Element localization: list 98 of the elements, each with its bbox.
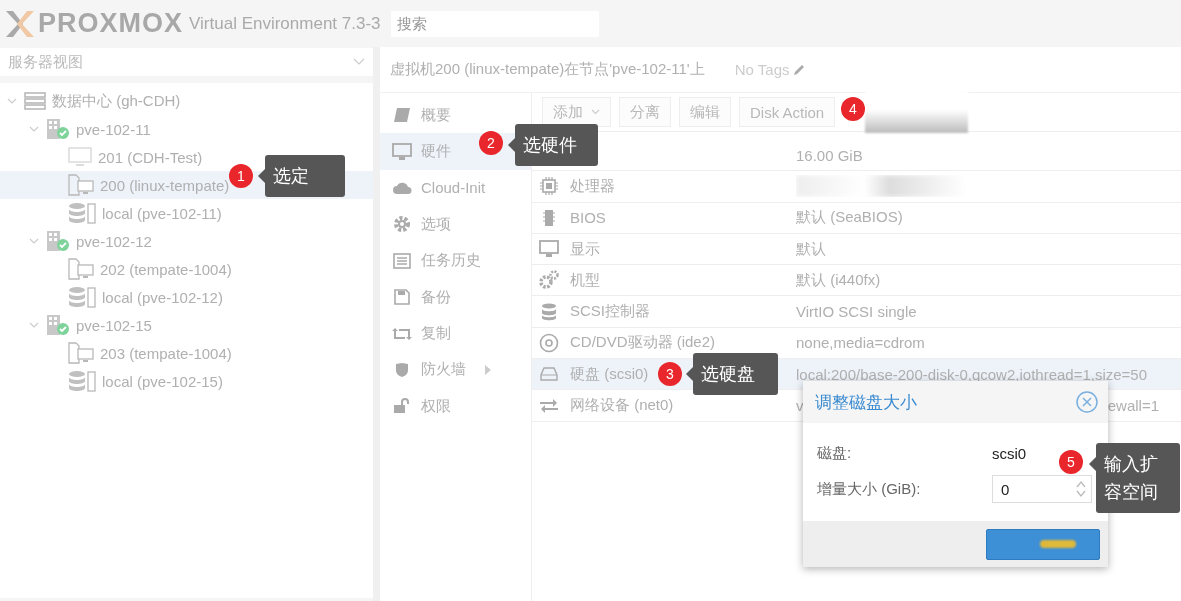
size-input-field[interactable]: 0: [992, 475, 1092, 503]
nav-item[interactable]: 防火墙: [380, 351, 531, 389]
hardware-value: 默认 (i440fx): [796, 270, 881, 290]
spinner-arrows-icon: [1075, 479, 1087, 499]
retweet-icon: [392, 326, 412, 341]
tree-item[interactable]: pve-102-15: [0, 311, 373, 339]
hardware-label: BIOS: [570, 209, 606, 227]
tree-item[interactable]: local (pve-102-11): [0, 199, 373, 227]
hardware-row[interactable]: BIOS 默认 (SeaBIOS): [532, 202, 1181, 234]
search-field[interactable]: 搜索: [390, 10, 599, 37]
hardware-value: none,media=cdrom: [796, 334, 925, 352]
vm-title: 虚拟机200 (linux-tempate)在节点'pve-102-11'上: [390, 60, 705, 79]
nav-item[interactable]: 任务历史: [380, 242, 531, 279]
hardware-value: 16.00 GiB: [796, 146, 863, 164]
dialog-title: 调整磁盘大小: [815, 391, 917, 414]
tree-item[interactable]: 202 (tempate-1004): [0, 255, 373, 283]
database-icon: [541, 302, 557, 321]
chevron-down-icon[interactable]: [28, 321, 40, 329]
hardware-label: 显示: [570, 239, 600, 259]
field-label: 磁盘:: [817, 443, 853, 463]
toolbar-button[interactable]: 编辑: [679, 97, 731, 127]
toolbar-button[interactable]: 分离: [619, 97, 671, 127]
database-icon: [68, 202, 96, 224]
chip-icon: [542, 208, 556, 227]
nav-item[interactable]: 复制: [380, 315, 531, 352]
callout-tooltip: 输入扩容空间: [1089, 443, 1180, 513]
tooltip-pointer: [1089, 457, 1096, 471]
file-monitor-icon: [68, 342, 94, 364]
close-icon[interactable]: [1076, 391, 1098, 413]
hardware-row[interactable]: 显示 默认: [532, 233, 1181, 266]
nav-item[interactable]: 权限: [380, 388, 531, 425]
monitor-icon: [392, 142, 412, 161]
hardware-label: 处理器: [570, 176, 615, 196]
callout-tooltip: 选硬件: [508, 124, 598, 166]
cloud-icon: [392, 180, 412, 195]
view-selector[interactable]: 服务器视图: [0, 48, 373, 76]
toolbar-button[interactable]: Disk Action: [739, 97, 836, 127]
callout-tooltip: 选定: [258, 155, 345, 197]
hardware-value: 默认: [796, 239, 826, 259]
product-version: Virtual Environment 7.3-3: [189, 13, 381, 34]
list-icon: [393, 252, 411, 269]
tree-item[interactable]: local (pve-102-15): [0, 367, 373, 395]
tooltip-pointer: [258, 169, 265, 183]
hardware-label: 机型: [570, 270, 600, 290]
chevron-down-icon[interactable]: [353, 58, 365, 66]
shield-icon: [395, 361, 409, 378]
hardware-value: ewall=1: [1107, 397, 1159, 414]
chevron-down-icon[interactable]: [28, 237, 40, 245]
file-monitor-icon: [68, 174, 94, 196]
hardware-label: 硬盘 (scsi0): [570, 364, 649, 384]
nav-item[interactable]: 备份: [380, 278, 531, 316]
toolbar-button[interactable]: 添加: [542, 97, 611, 127]
field-value: scsi0: [992, 444, 1027, 462]
server-online-icon: [46, 230, 70, 252]
field-label: 增量大小 (GiB):: [817, 479, 922, 499]
hardware-label: 网络设备 (net0): [570, 396, 674, 415]
monitor-icon: [68, 147, 92, 167]
tooltip-pointer: [508, 138, 515, 152]
hardware-label: SCSI控制器: [570, 302, 650, 322]
chevron-down-icon[interactable]: [28, 125, 40, 133]
dialog-button[interactable]: [986, 528, 1100, 560]
tooltip-pointer: [686, 367, 693, 381]
tree-item[interactable]: 数据中心 (gh-CDH): [0, 87, 373, 115]
hardware-value: VirtIO SCSI single: [796, 303, 917, 321]
server-online-icon: [46, 314, 70, 336]
book-icon: [393, 107, 411, 124]
tree-item[interactable]: pve-102-12: [0, 227, 373, 255]
hardware-value: 默认 (SeaBIOS): [796, 208, 903, 228]
monitor-icon: [539, 240, 559, 259]
database-icon: [68, 286, 96, 308]
server-stack-icon: [24, 92, 46, 110]
caret-down-icon: [591, 109, 600, 115]
tree-item[interactable]: 203 (tempate-1004): [0, 339, 373, 367]
hard-drive-icon: [540, 367, 558, 382]
hardware-row[interactable]: SCSI控制器 VirtIO SCSI single: [532, 296, 1181, 328]
chip-icon: [539, 176, 559, 197]
chevron-down-icon[interactable]: [6, 97, 18, 105]
hardware-row[interactable]: 处理器: [532, 171, 1181, 203]
tree-item[interactable]: pve-102-11: [0, 115, 373, 143]
unlock-icon: [393, 398, 411, 415]
x-logo-icon: [4, 8, 36, 39]
server-online-icon: [46, 118, 70, 140]
hardware-value: local:200/base-200-disk-0,qcow2,iothread=1,size=50: [796, 365, 1148, 383]
database-icon: [68, 370, 96, 392]
gears-icon: [538, 270, 560, 291]
gear-icon: [393, 215, 411, 234]
tree-item[interactable]: local (pve-102-12): [0, 283, 373, 311]
file-monitor-icon: [68, 258, 94, 280]
exchange-icon: [539, 398, 559, 413]
pencil-icon: [792, 63, 805, 76]
logo-text: PROXMOX: [38, 8, 184, 39]
nav-item[interactable]: Cloud-Init: [380, 169, 531, 207]
hardware-value: v: [796, 397, 804, 414]
nav-item[interactable]: 选项: [380, 206, 531, 243]
hardware-row[interactable]: 机型 默认 (i440fx): [532, 265, 1181, 297]
hardware-label: CD/DVD驱动器 (ide2): [570, 333, 716, 353]
callout-tooltip: 选硬盘: [686, 353, 778, 395]
disc-icon: [539, 332, 559, 353]
